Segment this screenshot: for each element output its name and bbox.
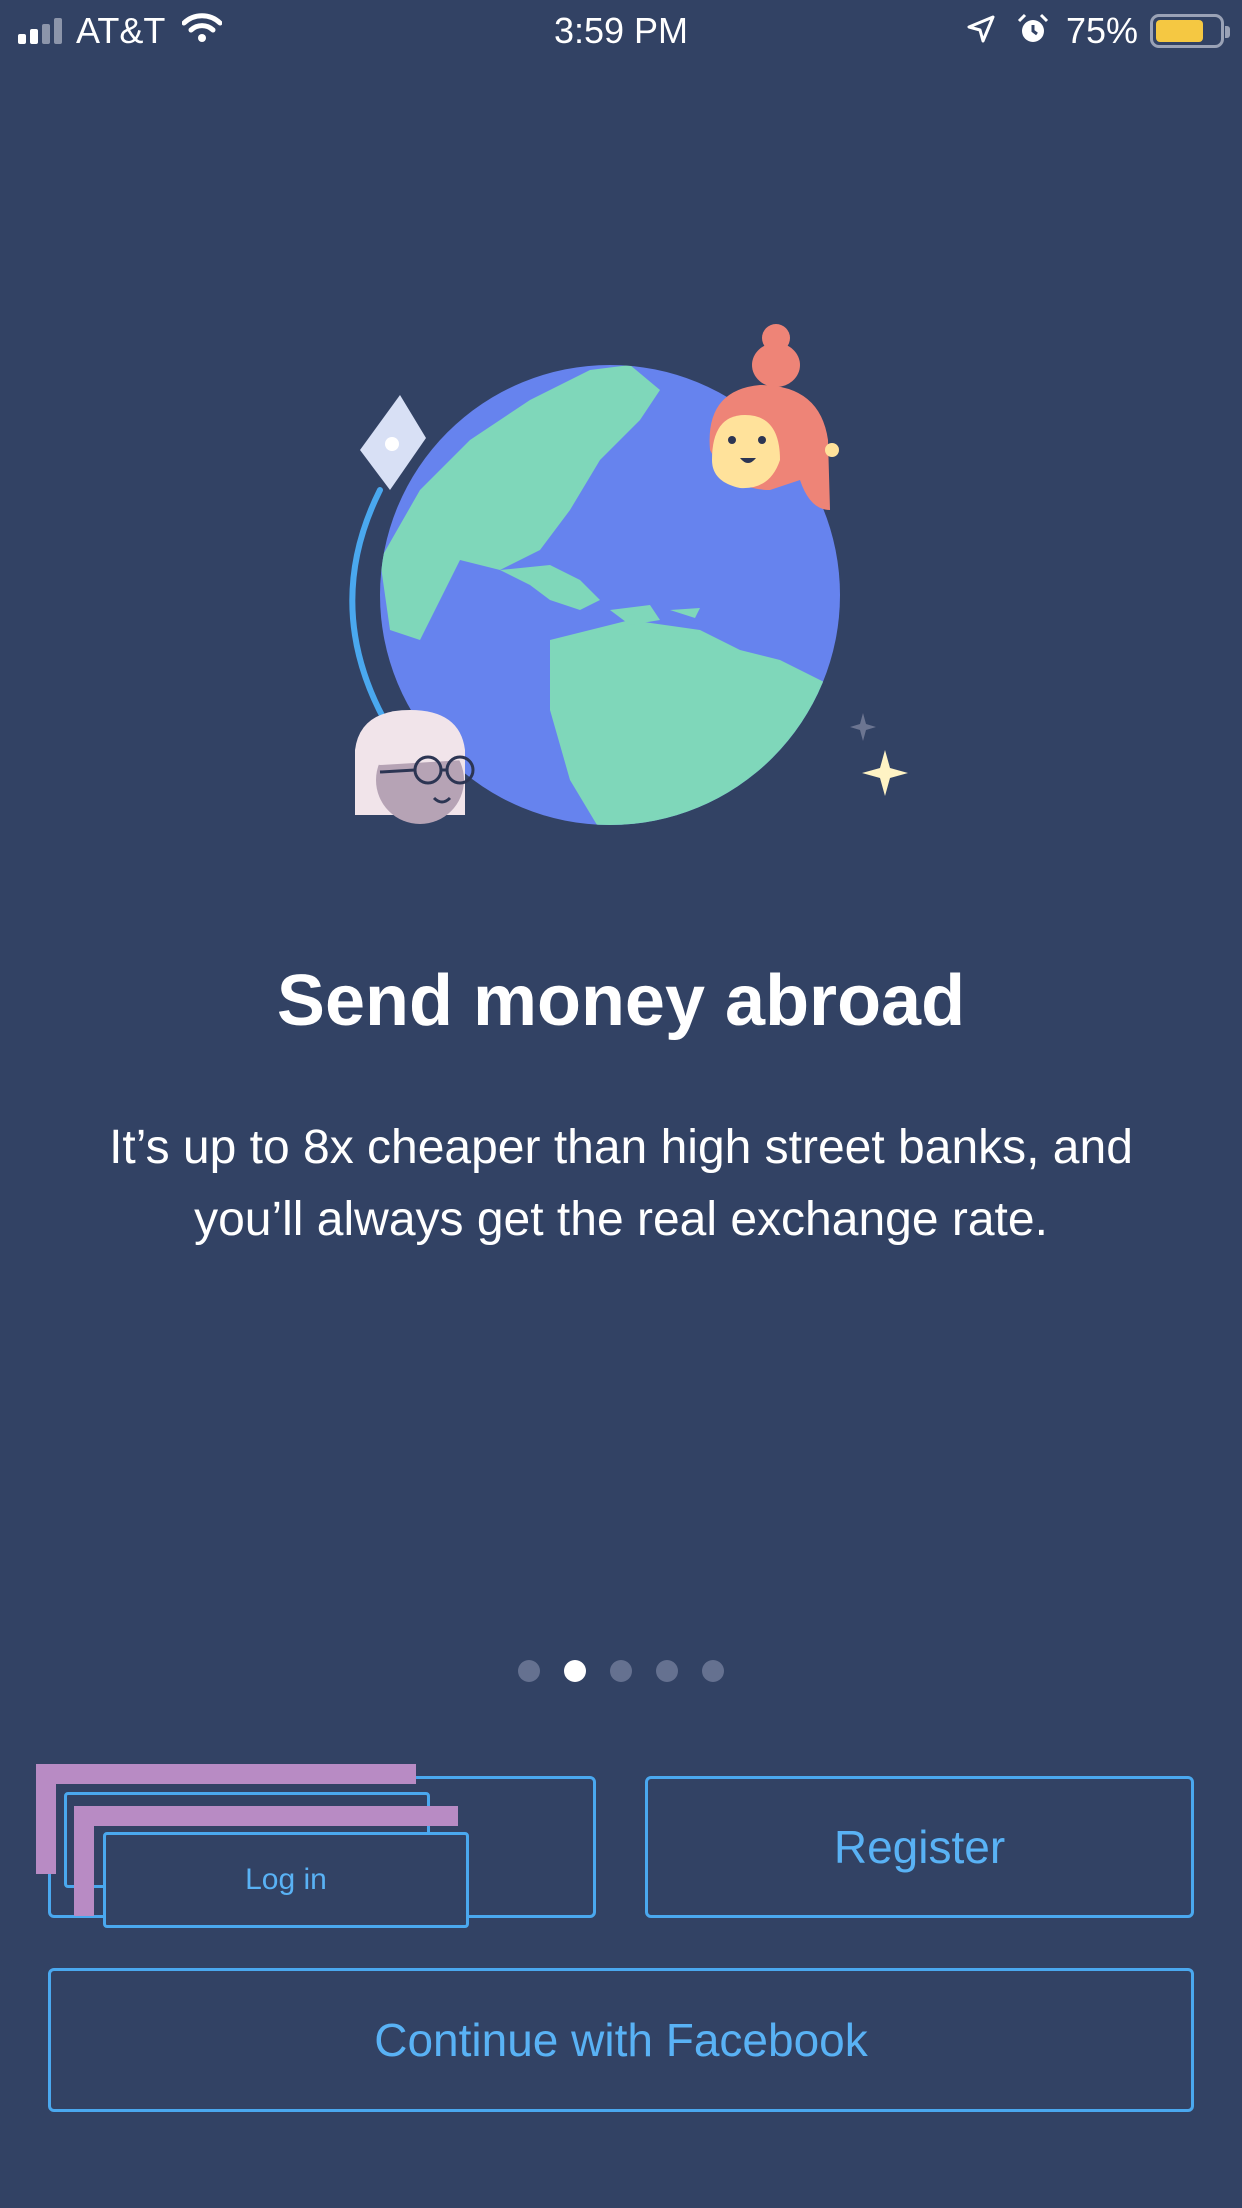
battery-fill — [1156, 20, 1203, 42]
page-dot — [702, 1660, 724, 1682]
person-glasses-avatar — [355, 710, 475, 824]
clock: 3:59 PM — [553, 10, 689, 51]
onboarding-screen: AT&T 3:59 PM 75% Send money abroad It’s … — [0, 0, 1242, 2208]
onboarding-headline: Send money abroad — [276, 961, 966, 1041]
sparkle-small-icon — [850, 713, 876, 741]
alarm-clock-icon — [1017, 13, 1049, 42]
login-button[interactable]: Log in — [103, 1832, 469, 1928]
page-dot — [656, 1660, 678, 1682]
globe-with-people-illustration — [349, 324, 908, 825]
page-dot — [518, 1660, 540, 1682]
person-red-hair-avatar — [709, 324, 839, 510]
location-arrow-icon — [967, 15, 995, 43]
battery-icon — [1150, 14, 1230, 48]
status-bar: AT&T 3:59 PM 75% — [0, 0, 1242, 62]
page-dot — [564, 1660, 586, 1682]
battery-percent: 75% — [1066, 10, 1139, 51]
onboarding-subtext: It’s up to 8x cheaper than high street b… — [109, 1121, 1133, 1246]
continue-with-facebook-button[interactable]: Continue with Facebook — [48, 1968, 1194, 2112]
sparkle-icon — [862, 750, 908, 796]
page-indicator — [0, 1660, 1242, 1684]
page-dot — [610, 1660, 632, 1682]
register-button[interactable]: Register — [645, 1776, 1194, 1918]
